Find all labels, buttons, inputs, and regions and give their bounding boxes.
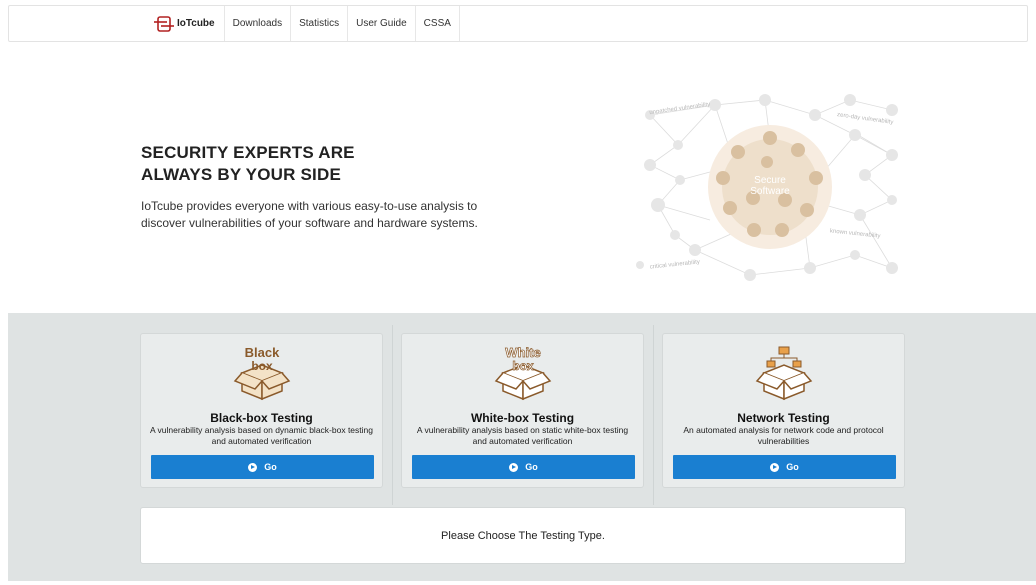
testing-section: Black box Black-box Testing A vulnerabil…	[8, 313, 1036, 581]
arrow-circle-right-icon	[509, 462, 519, 472]
nav-item-statistics[interactable]: Statistics	[291, 6, 349, 41]
nav-menu: IoTcube Downloads Statistics User Guide …	[144, 6, 460, 41]
graphic-label-critical: critical vulnerability	[650, 259, 701, 270]
graphic-center-line2: Software	[750, 186, 790, 197]
testing-type-message: Please Choose The Testing Type.	[140, 507, 906, 564]
black-box-go-button[interactable]: Go	[151, 455, 374, 479]
card-title: White-box Testing	[470, 411, 575, 425]
white-box-icon-text-2: box	[512, 359, 534, 373]
white-box-icon: White box	[494, 345, 551, 401]
black-box-card: Black box Black-box Testing A vulnerabil…	[140, 333, 383, 488]
go-button-label: Go	[786, 462, 799, 472]
column-divider	[392, 325, 393, 505]
hero-title-line2: ALWAYS BY YOUR SIDE	[141, 165, 341, 184]
graphic-label-zero-day: zero-day vulnerability	[837, 112, 894, 126]
white-box-go-button[interactable]: Go	[412, 455, 635, 479]
card-title: Black-box Testing	[210, 411, 313, 425]
card-description: An automated analysis for network code a…	[683, 425, 884, 446]
card-description: A vulnerability analysis based on static…	[416, 425, 629, 446]
network-box-icon	[755, 346, 812, 401]
network-go-button[interactable]: Go	[673, 455, 896, 479]
card-title: Network Testing	[737, 411, 830, 425]
go-button-label: Go	[264, 462, 277, 472]
nav-item-downloads[interactable]: Downloads	[225, 6, 292, 41]
hero-title: SECURITY EXPERTS ARE ALWAYS BY YOUR SIDE	[141, 142, 481, 186]
white-box-card: White box White-box Testing A vulnerabil…	[401, 333, 644, 488]
arrow-circle-right-icon	[770, 462, 780, 472]
graphic-label-unpatched: unpatched vulnerability	[649, 102, 711, 116]
top-navbar: IoTcube Downloads Statistics User Guide …	[8, 5, 1028, 42]
iotcube-logo-icon	[154, 15, 174, 32]
black-box-icon: Black box	[233, 345, 290, 401]
hero-title-line1: SECURITY EXPERTS ARE	[141, 143, 355, 162]
hero-description: IoTcube provides everyone with various e…	[141, 199, 478, 230]
white-box-icon-text-1: White	[505, 345, 540, 360]
nav-item-user-guide[interactable]: User Guide	[348, 6, 416, 41]
card-description: A vulnerability analysis based on dynami…	[149, 425, 373, 446]
brand-name: IoTcube	[177, 18, 215, 29]
column-divider	[653, 325, 654, 505]
brand-link[interactable]: IoTcube	[144, 6, 225, 41]
black-box-icon-text-1: Black	[244, 345, 279, 360]
go-button-label: Go	[525, 462, 538, 472]
network-card: Network Testing An automated analysis fo…	[662, 333, 905, 488]
black-box-icon-text-2: box	[251, 359, 273, 373]
nav-item-cssa[interactable]: CSSA	[416, 6, 460, 41]
arrow-circle-right-icon	[248, 462, 258, 472]
secure-software-network-graphic: Secure Software unpatched vulnerability …	[636, 94, 898, 281]
graphic-label-known: known vulnerability	[830, 228, 881, 239]
graphic-center-line1: Secure	[754, 175, 786, 186]
